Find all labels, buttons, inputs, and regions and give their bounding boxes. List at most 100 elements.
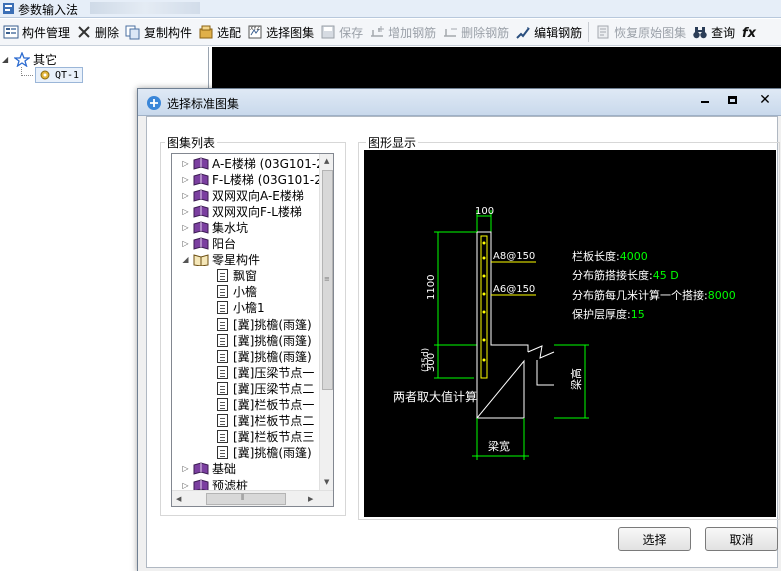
formula-button[interactable]: fx <box>738 20 763 44</box>
rebar1-text: A8@150 <box>493 251 535 262</box>
rebar-drawing: 100 1100 300 (35d) A8@150 A6@150 梁高 梁宽 两… <box>393 206 736 460</box>
copy-component-button[interactable]: 复制构件 <box>122 20 195 44</box>
restore-atlas-button[interactable]: 恢复原始图集 <box>592 20 689 44</box>
collapse-triangle-icon[interactable]: ◢ <box>2 55 14 64</box>
component-manage-button[interactable]: 构件管理 <box>0 20 73 44</box>
maximize-button[interactable] <box>719 90 746 109</box>
atlas-tree-list[interactable]: ▷ A-E楼梯 (03G101-2) ▷ F-L楼梯 (03G101-2) ▷ 双网双向A… <box>171 153 334 507</box>
document-icon <box>217 333 228 347</box>
scroll-up-arrow-icon[interactable]: ▲ <box>324 157 329 165</box>
collapsed-arrow-icon[interactable]: ▷ <box>181 223 190 232</box>
atlas-leaf-item[interactable]: [冀]栏板节点三 <box>172 429 314 445</box>
list-horizontal-scroll-thumb[interactable]: ⦀ <box>206 493 286 505</box>
rebar-dot <box>482 274 486 278</box>
save-button[interactable]: 保存 <box>317 20 366 44</box>
query-button[interactable]: 查询 <box>689 20 738 44</box>
document-icon <box>217 301 228 315</box>
atlas-folder-item[interactable]: ▷ 双网双向A-E楼梯 <box>172 187 303 203</box>
collapsed-arrow-icon[interactable]: ▷ <box>181 481 190 490</box>
atlas-folder-item[interactable]: ▷ 阳台 <box>172 236 236 252</box>
cancel-button[interactable]: 取消 <box>705 527 778 551</box>
atlas-item-label: 飘窗 <box>233 269 258 284</box>
atlas-leaf-item[interactable]: [冀]栏板节点一 <box>172 397 314 413</box>
preview-label: 图形显示 <box>366 134 419 151</box>
atlas-item-label: [冀]挑檐(雨篷) <box>233 317 312 332</box>
atlas-icon: XYZ <box>248 25 262 39</box>
atlas-leaf-item[interactable]: [冀]挑檐(雨篷) <box>172 332 312 348</box>
atlas-preview-canvas: 100 1100 300 (35d) A8@150 A6@150 梁高 梁宽 两… <box>364 150 776 517</box>
atlas-leaf-item[interactable]: [冀]栏板节点二 <box>172 413 314 429</box>
tree-node-root[interactable]: ◢ 其它 <box>2 51 57 68</box>
tree-node-qt1[interactable]: QT-1 <box>35 67 84 83</box>
minimize-button[interactable] <box>691 90 718 109</box>
atlas-folder-item[interactable]: ▷ 双网双向F-L楼梯 <box>172 203 302 219</box>
document-icon <box>217 414 228 428</box>
dialog-title-bar[interactable]: 选择标准图集 ✕ <box>138 89 781 116</box>
atlas-leaf-item[interactable]: [冀]压梁节点一 <box>172 364 314 380</box>
collapsed-arrow-icon[interactable]: ▷ <box>181 175 190 184</box>
select-button[interactable]: 选择 <box>618 527 691 551</box>
list-horizontal-scrollbar[interactable]: ◀ ⦀ ▶ <box>172 490 333 506</box>
atlas-leaf-item[interactable]: 小檐 <box>172 284 257 300</box>
document-icon <box>217 446 228 460</box>
atlas-leaf-item[interactable]: [冀]挑檐(雨篷) <box>172 316 312 332</box>
param-row-3: 保护层厚度:15 <box>572 307 645 321</box>
grip-h-icon: ⦀ <box>241 493 245 502</box>
close-icon: ✕ <box>759 91 771 108</box>
maximize-icon <box>728 95 737 104</box>
collapsed-arrow-icon[interactable]: ▷ <box>181 191 190 200</box>
collapsed-arrow-icon[interactable]: ▷ <box>181 239 190 248</box>
scroll-right-arrow-icon[interactable]: ▶ <box>308 495 313 503</box>
atlas-leaf-item[interactable]: [冀]压梁节点二 <box>172 380 314 396</box>
rebar2-text: A6@150 <box>493 284 535 295</box>
delete-button[interactable]: 删除 <box>73 20 122 44</box>
atlas-folder-item[interactable]: ◢ 零星构件 <box>172 252 260 268</box>
atlas-item-label: [冀]挑檐(雨篷) <box>233 446 312 461</box>
scroll-down-arrow-icon[interactable]: ▼ <box>324 478 329 486</box>
atlas-leaf-item[interactable]: [冀]挑檐(雨篷) <box>172 348 312 364</box>
atlas-leaf-item[interactable]: 飘窗 <box>172 268 257 284</box>
rebar-dot <box>482 310 486 314</box>
collapsed-arrow-icon[interactable]: ▷ <box>181 207 190 216</box>
app-icon <box>3 3 14 14</box>
atlas-item-label: 零星构件 <box>212 253 261 268</box>
atlas-item-label: A-E楼梯 (03G101-2) <box>212 156 329 171</box>
atlas-item-label: [冀]栏板节点二 <box>233 414 315 429</box>
scroll-left-arrow-icon[interactable]: ◀ <box>176 495 181 503</box>
beam-width-text: 梁宽 <box>488 439 510 453</box>
restore-atlas-label: 恢复原始图集 <box>614 25 687 40</box>
expanded-arrow-icon[interactable]: ◢ <box>181 255 190 264</box>
atlas-list-label: 图集列表 <box>165 134 218 151</box>
app-title: 参数输入法 <box>18 3 79 17</box>
atlas-leaf-item[interactable]: 小檐1 <box>172 300 265 316</box>
rebar-dot <box>482 292 486 296</box>
book-icon <box>193 205 209 218</box>
select-config-button[interactable]: 选配 <box>195 20 244 44</box>
grip-icon: ≡ <box>324 275 330 283</box>
dim-top-text: 100 <box>475 206 494 217</box>
select-atlas-button[interactable]: XYZ 选择图集 <box>244 20 317 44</box>
book-icon <box>193 173 209 186</box>
edit-rebar-button[interactable]: 编辑钢筋 <box>512 20 585 44</box>
document-icon <box>217 269 228 283</box>
atlas-folder-item[interactable]: ▷ F-L楼梯 (03G101-2) <box>172 171 326 187</box>
atlas-leaf-item[interactable]: [冀]挑檐(雨篷) <box>172 445 312 461</box>
collapsed-arrow-icon[interactable]: ▷ <box>181 159 190 168</box>
delete-rebar-label: 删除钢筋 <box>461 25 510 40</box>
add-rebar-button[interactable]: 增加钢筋 <box>366 20 439 44</box>
atlas-item-label: [冀]压梁节点二 <box>233 381 315 396</box>
minimize-icon <box>700 101 709 103</box>
delete-rebar-button[interactable]: 删除钢筋 <box>439 20 512 44</box>
book-icon <box>193 156 209 170</box>
list-vertical-scrollbar[interactable]: ▲ ≡ ▼ <box>319 154 333 490</box>
collapsed-arrow-icon[interactable]: ▷ <box>181 464 190 473</box>
atlas-folder-item[interactable]: ▷ A-E楼梯 (03G101-2) <box>172 155 328 171</box>
list-vertical-scroll-thumb[interactable]: ≡ <box>322 170 333 390</box>
edit-rebar-icon <box>516 27 530 39</box>
rebar-dot <box>482 338 486 342</box>
atlas-folder-item[interactable]: ▷ 集水坑 <box>172 219 248 235</box>
component-manage-label: 构件管理 <box>22 25 71 40</box>
select-config-label: 选配 <box>217 25 242 40</box>
close-button[interactable]: ✕ <box>748 90 781 109</box>
atlas-folder-item[interactable]: ▷ 基础 <box>172 461 236 477</box>
